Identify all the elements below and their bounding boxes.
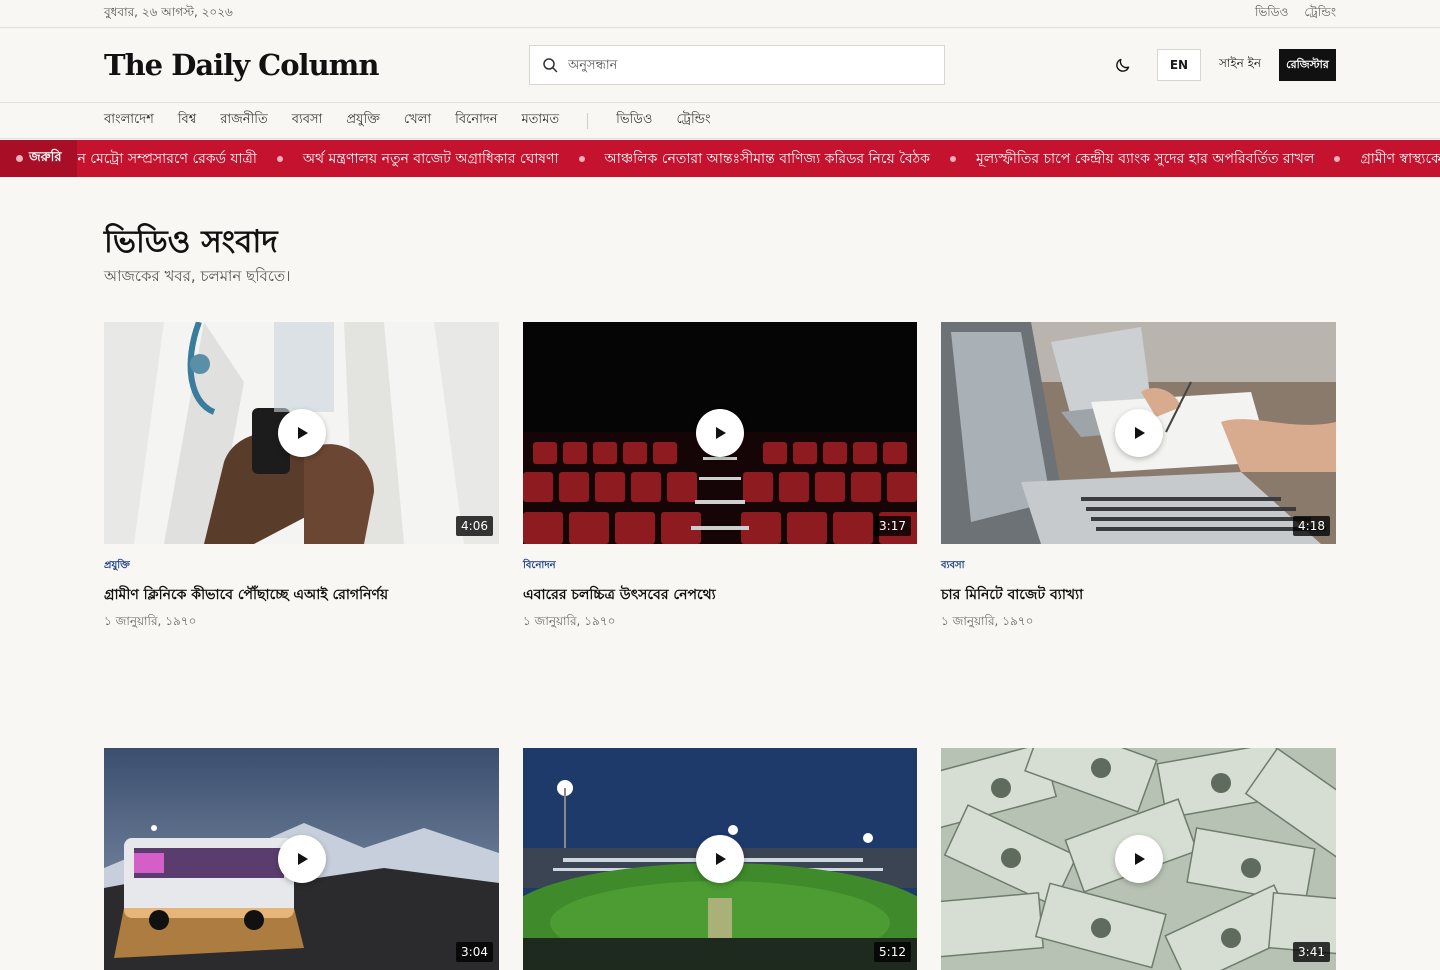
ticker-item[interactable]: গ্রামীণ স্বাস্থ্যকেন্দ্রে এ [1360,147,1440,171]
video-date: ১ জানুয়ারি, ১৯৭০ [104,614,197,628]
video-duration: 5:12 [874,942,911,962]
top-link-trending[interactable]: ট্রেন্ডিং [1304,4,1336,24]
top-link-video[interactable]: ভিডিও [1255,4,1288,24]
video-thumbnail[interactable]: 3:41 [941,748,1336,970]
nav-item-video[interactable]: ভিডিও [616,110,652,131]
register-button[interactable]: রেজিস্টার [1279,49,1336,81]
nav-item-trending[interactable]: ট্রেন্ডিং [676,110,710,131]
video-grid: 4:06 প্রযুক্তি গ্রামীণ ক্লিনিকে কীভাবে প… [104,322,1336,970]
video-card[interactable]: 3:17 বিনোদন এবারের চলচ্চিত্র উৎসবের নেপথ… [523,322,917,633]
video-title[interactable]: এবারের চলচ্চিত্র উৎসবের নেপথ্যে [523,583,917,607]
nav-divider [587,112,589,129]
video-thumbnail[interactable]: 3:04 [104,748,499,970]
ticker-items: ন মেট্রো সম্প্রসারণে রেকর্ড যাত্রী অর্থ … [77,147,1440,171]
nav-item-politics[interactable]: রাজনীতি [220,110,268,131]
play-button[interactable] [1114,835,1163,883]
nav-item-entertainment[interactable]: বিনোদন [455,110,497,131]
current-date: বুধবার, ২৬ আগস্ট, ২০২৬ [104,4,233,19]
video-duration: 3:04 [456,942,493,962]
nav-item-business[interactable]: ব্যবসা [292,110,323,131]
sign-in-link[interactable]: সাইন ইন [1219,55,1261,75]
live-dot-icon [16,155,23,162]
video-card[interactable]: 4:06 প্রযুক্তি গ্রামীণ ক্লিনিকে কীভাবে প… [104,322,499,633]
play-icon [1134,427,1145,439]
video-thumbnail[interactable]: 3:17 [523,322,917,544]
main-nav: বাংলাদেশ বিশ্ব রাজনীতি ব্যবসা প্রযুক্তি … [0,103,1440,139]
nav-item-sports[interactable]: খেলা [404,110,431,131]
video-date: ১ জানুয়ারি, ১৯৭০ [523,614,616,628]
play-button[interactable] [1114,409,1163,457]
video-card[interactable]: 4:18 ব্যবসা চার মিনিটে বাজেট ব্যাখ্যা ১ … [941,322,1336,633]
ticker-item[interactable]: মূল্যস্ফীতির চাপে কেন্দ্রীয় ব্যাংক সুদে… [976,147,1314,171]
search-icon [543,58,558,73]
breaking-label: জরুরি [0,140,78,177]
bullet-icon [276,155,283,162]
top-bar: বুধবার, ২৬ আগস্ট, ২০২৬ ভিডিও ট্রেন্ডিং [0,0,1440,28]
video-title[interactable]: চার মিনিটে বাজেট ব্যাখ্যা [941,583,1336,607]
ticker-item[interactable]: আঞ্চলিক নেতারা আন্তঃসীমান্ত বাণিজ্য করিড… [605,147,930,171]
moon-icon [1116,58,1130,72]
video-category[interactable]: ব্যবসা [941,558,1336,575]
play-button[interactable] [277,835,326,883]
video-thumbnail[interactable]: 4:06 [104,322,499,544]
language-button[interactable]: EN [1156,49,1201,81]
play-icon [297,427,308,439]
video-title[interactable]: গ্রামীণ ক্লিনিকে কীভাবে পৌঁছাচ্ছে এআই রো… [104,583,499,607]
bullet-icon [578,155,585,162]
search-box[interactable] [529,45,945,85]
top-links: ভিডিও ট্রেন্ডিং [1255,4,1336,24]
play-button[interactable] [277,409,326,457]
video-thumbnail[interactable]: 4:18 [941,322,1336,544]
dark-mode-toggle[interactable] [1107,49,1139,81]
play-icon [716,427,726,439]
nav-item-opinion[interactable]: মতামত [521,110,559,131]
page-subtitle: আজকের খবর, চলমান ছবিতে। [104,267,291,285]
video-duration: 4:18 [1293,516,1330,536]
video-thumbnail[interactable]: 5:12 [523,748,917,970]
nav-item-world[interactable]: বিশ্ব [178,110,196,131]
video-category[interactable]: বিনোদন [523,558,917,575]
video-duration: 3:17 [874,516,911,536]
video-card[interactable]: 3:04 [104,748,499,970]
breaking-news-ticker: জরুরি ন মেট্রো সম্প্রসারণে রেকর্ড যাত্রী… [0,140,1440,177]
bullet-icon [1334,155,1341,162]
play-icon [1134,853,1145,865]
header-actions: EN সাইন ইন রেজিস্টার [1107,49,1336,81]
nav-item-bangladesh[interactable]: বাংলাদেশ [104,110,154,131]
play-icon [297,853,308,865]
page-title: ভিডিও সংবাদ [104,224,278,260]
ticker-item[interactable]: অর্থ মন্ত্রণালয় নতুন বাজেট অগ্রাধিকার ঘ… [303,147,559,171]
search-input[interactable] [566,56,932,74]
video-duration: 3:41 [1293,942,1330,962]
video-category[interactable]: প্রযুক্তি [104,558,499,575]
site-logo[interactable]: The Daily Column [104,48,379,82]
ticker-item[interactable]: ন মেট্রো সম্প্রসারণে রেকর্ড যাত্রী [77,147,256,171]
video-card[interactable]: 3:41 [941,748,1336,970]
video-card[interactable]: 5:12 [523,748,917,970]
play-button[interactable] [696,835,744,883]
video-date: ১ জানুয়ারি, ১৯৭০ [941,614,1034,628]
video-duration: 4:06 [456,516,493,536]
bullet-icon [949,155,956,162]
nav-item-technology[interactable]: প্রযুক্তি [346,110,380,131]
play-icon [716,853,726,865]
play-button[interactable] [696,409,744,457]
site-header: The Daily Column EN সাইন ইন রেজিস্টার [0,28,1440,103]
